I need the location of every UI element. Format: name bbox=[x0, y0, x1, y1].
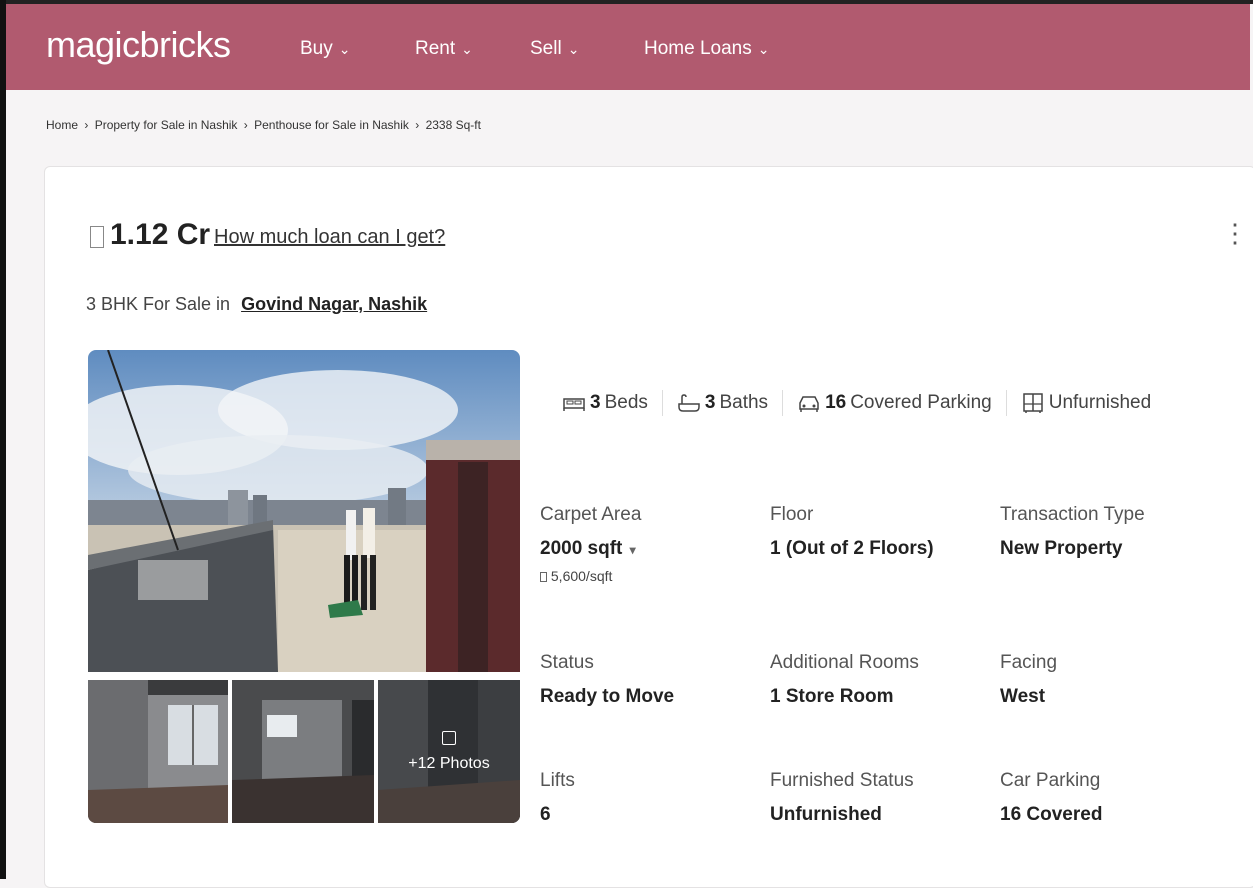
location-link[interactable]: Govind Nagar, Nashik bbox=[241, 294, 427, 314]
breadcrumb-separator: › bbox=[243, 118, 248, 132]
listing-subtitle: 3 BHK For Sale in Govind Nagar, Nashik bbox=[86, 294, 427, 315]
carpet-area-value: 2000 sqft bbox=[540, 538, 623, 559]
nav-home-loans-label: Home Loans bbox=[644, 38, 752, 59]
spec-additional-rooms: Additional Rooms 1 Store Room bbox=[770, 652, 919, 708]
spec-value: West bbox=[1000, 686, 1046, 707]
spec-car-parking: Car Parking 16 Covered bbox=[1000, 770, 1102, 826]
spec-transaction-type: Transaction Type New Property bbox=[1000, 504, 1145, 560]
interior-room-illustration bbox=[88, 680, 228, 823]
chevron-down-icon: ⌄ bbox=[567, 40, 580, 57]
spec-label: Floor bbox=[770, 504, 814, 525]
spec-label: Car Parking bbox=[1000, 770, 1101, 791]
rupee-icon bbox=[540, 572, 547, 582]
chevron-down-icon: ⌄ bbox=[757, 40, 770, 57]
wardrobe-icon bbox=[1022, 393, 1043, 413]
parking-count: 16 bbox=[825, 392, 847, 413]
nav-sell[interactable]: Sell ⌄ bbox=[530, 38, 579, 60]
spec-label: Transaction Type bbox=[1000, 504, 1145, 525]
spec-carpet-area: Carpet Area 2000 sqft ▾ 5,600/sqft bbox=[540, 504, 641, 584]
baths-label: Baths bbox=[719, 392, 769, 413]
nav-sell-label: Sell bbox=[530, 38, 562, 59]
spec-label: Status bbox=[540, 652, 594, 673]
parking-label: Covered Parking bbox=[850, 392, 992, 413]
spec-floor: Floor 1 (Out of 2 Floors) bbox=[770, 504, 934, 560]
image-icon bbox=[442, 730, 456, 745]
furnishing-amenity: Unfurnished bbox=[1021, 392, 1151, 414]
spec-furnished-status: Furnished Status Unfurnished bbox=[770, 770, 914, 826]
baths-amenity: 3 Baths bbox=[677, 392, 768, 414]
amenity-divider bbox=[1005, 390, 1007, 416]
price-per-sqft: 5,600/sqft bbox=[540, 568, 641, 584]
baths-count: 3 bbox=[704, 392, 716, 413]
spec-facing: Facing West bbox=[1000, 652, 1057, 708]
spec-value: Unfurnished bbox=[770, 804, 882, 825]
spec-value: 1 Store Room bbox=[770, 686, 894, 707]
price-per-sqft-value: 5,600/sqft bbox=[550, 568, 613, 584]
rooftop-photo-illustration bbox=[88, 350, 520, 672]
furnishing-label: Unfurnished bbox=[1048, 392, 1152, 413]
nav-home-loans[interactable]: Home Loans ⌄ bbox=[644, 38, 769, 60]
nav-rent[interactable]: Rent ⌄ bbox=[415, 38, 473, 60]
nav-rent-label: Rent bbox=[415, 38, 456, 59]
beds-count: 3 bbox=[590, 392, 601, 413]
spec-value: 1 (Out of 2 Floors) bbox=[770, 538, 934, 559]
spec-value: New Property bbox=[1000, 538, 1123, 559]
chevron-down-icon: ⌄ bbox=[461, 40, 473, 57]
breadcrumb-penthouse-nashik[interactable]: Penthouse for Sale in Nashik bbox=[254, 118, 409, 132]
breadcrumb: Home › Property for Sale in Nashik › Pen… bbox=[46, 118, 481, 132]
bed-icon bbox=[563, 398, 585, 411]
chevron-down-icon: ⌄ bbox=[338, 40, 351, 57]
beds-label: Beds bbox=[604, 392, 648, 413]
spec-status: Status Ready to Move bbox=[540, 652, 674, 708]
amenity-divider bbox=[661, 390, 663, 416]
more-options-icon[interactable]: ⋮ bbox=[1222, 220, 1248, 246]
amenity-divider bbox=[782, 390, 784, 416]
rupee-icon bbox=[90, 226, 104, 248]
loan-eligibility-link[interactable]: How much loan can I get? bbox=[214, 226, 445, 249]
spec-lifts: Lifts 6 bbox=[540, 770, 575, 826]
amenities-summary: 3 Beds 3 Baths 16 Covered Parking Unfurn… bbox=[562, 390, 1151, 416]
breadcrumb-separator: › bbox=[84, 118, 89, 132]
bath-icon bbox=[678, 394, 700, 412]
breadcrumb-property-nashik[interactable]: Property for Sale in Nashik bbox=[95, 118, 238, 132]
thumbnail-photo-2[interactable] bbox=[232, 680, 374, 823]
car-icon bbox=[799, 396, 819, 412]
more-photos-count: +12 Photos bbox=[408, 754, 490, 772]
breadcrumb-separator: › bbox=[415, 118, 420, 132]
spec-label: Facing bbox=[1000, 652, 1058, 673]
subtitle-prefix: 3 BHK For Sale in bbox=[86, 294, 231, 314]
spec-value: Ready to Move bbox=[540, 686, 675, 707]
nav-buy-label: Buy bbox=[300, 38, 333, 59]
parking-amenity: 16 Covered Parking bbox=[797, 392, 992, 414]
nav-buy[interactable]: Buy ⌄ bbox=[300, 38, 350, 60]
magicbricks-logo[interactable]: magicbricks bbox=[46, 24, 231, 66]
thumbnail-photo-1[interactable] bbox=[88, 680, 228, 823]
breadcrumb-home[interactable]: Home bbox=[46, 118, 78, 132]
spec-value: 2000 sqft ▾ bbox=[540, 538, 641, 560]
thumbnail-photo-3[interactable]: +12 Photos bbox=[378, 680, 520, 823]
spec-label: Furnished Status bbox=[770, 770, 914, 791]
spec-value: 16 Covered bbox=[1000, 804, 1103, 825]
interior-room-illustration bbox=[232, 680, 374, 823]
breadcrumb-current: 2338 Sq-ft bbox=[425, 118, 481, 132]
caret-down-icon[interactable]: ▾ bbox=[630, 543, 636, 557]
top-navigation-bar: magicbricks Buy ⌄ Rent ⌄ Sell ⌄ Home Loa… bbox=[6, 4, 1250, 90]
spec-label: Carpet Area bbox=[540, 504, 642, 525]
more-photos-overlay[interactable]: +12 Photos bbox=[378, 680, 520, 823]
spec-value: 6 bbox=[540, 804, 551, 825]
spec-label: Additional Rooms bbox=[770, 652, 919, 673]
listing-price: 1.12 Cr bbox=[110, 218, 211, 251]
main-property-photo[interactable] bbox=[88, 350, 520, 672]
window-frame-left bbox=[0, 0, 6, 879]
spec-label: Lifts bbox=[540, 770, 575, 791]
beds-amenity: 3 Beds bbox=[562, 392, 648, 414]
